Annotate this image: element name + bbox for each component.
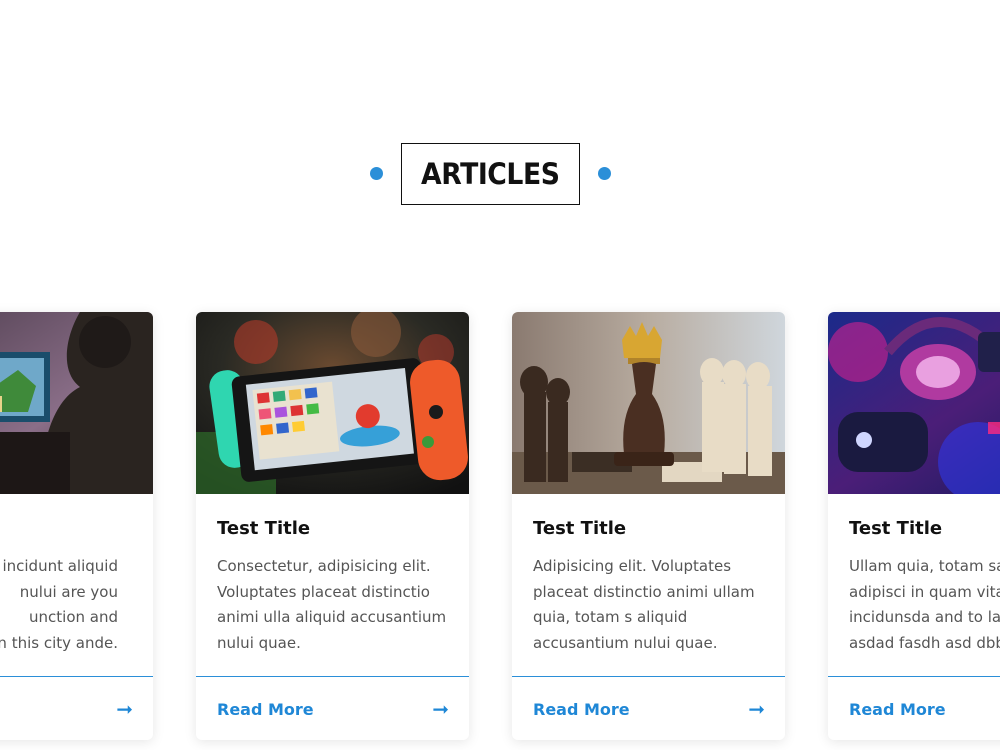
card-body: incidunt aliquid nului are you unction a… [0,554,118,656]
arrow-right-icon[interactable]: ➞ [748,699,765,719]
card-body-line: incidunt aliquid [2,557,118,575]
card-body-line: adipisci in quam vitae [849,582,1000,601]
arrow-right-icon[interactable]: ➞ [432,699,449,719]
gaming-gear-image[interactable] [828,312,1000,494]
chess-pieces-image[interactable] [512,312,785,494]
card-title: Test Title [849,518,943,539]
card-body: Adipisicing elit. Voluptates placeat dis… [533,554,773,656]
heading-dot-left [370,167,383,180]
gamer-at-pc-illustration [0,312,153,494]
card-body-line: placeat distinctio animi ullam [533,582,755,601]
chess-pieces-illustration [512,312,785,494]
section-heading-group: ARTICLES [0,143,1000,205]
card-body-line: Voluptates placeat distinctio [217,582,430,601]
card-body-line: Consectetur, adipisicing elit. [217,557,431,575]
card-title: Test Title [217,518,311,539]
card-title: Test Title [533,518,627,539]
article-card[interactable]: Test Title Consectetur, adipisicing elit… [196,312,469,740]
card-body-line: nului quae. [217,633,301,652]
card-body-line: quia, totam s aliquid [533,608,688,626]
section-heading-box: ARTICLES [401,143,580,205]
read-more-link[interactable]: Read More [217,700,314,719]
card-body-line: Ullam quia, totam sap [849,557,1000,575]
card-body-line: incidunsda and to lad [849,608,1000,626]
gamer-at-pc-image[interactable] [0,312,153,494]
card-divider [512,676,785,677]
card-body-line: Adipisicing elit. Voluptates [533,557,732,575]
read-more-link[interactable]: Read More [533,700,630,719]
articles-section: ARTICLES incidunt aliquid nului are you … [0,0,1000,750]
section-heading: ARTICLES [421,157,560,191]
arrow-right-icon[interactable]: ➞ [116,699,133,719]
card-body-line: asdad fasdh asd dbbr [849,633,1000,652]
article-card[interactable]: Test Title Ullam quia, totam sap adipisc… [828,312,1000,740]
heading-dot-right [598,167,611,180]
card-body: Consectetur, adipisicing elit. Voluptate… [217,554,457,656]
card-body-line: in this city ande. [0,633,118,652]
handheld-console-image[interactable] [196,312,469,494]
read-more-link[interactable]: Read More [849,700,946,719]
card-body-line: animi ulla aliquid accusantium [217,608,447,626]
gaming-gear-illustration [828,312,1000,494]
card-body: Ullam quia, totam sap adipisci in quam v… [849,554,1000,656]
card-divider [0,676,153,677]
card-body-line: nului are you [19,582,118,601]
card-body-line: accusantium nului quae. [533,633,718,652]
card-body-line: unction and [29,608,118,626]
card-divider [196,676,469,677]
card-divider [828,676,1000,677]
article-card[interactable]: incidunt aliquid nului are you unction a… [0,312,153,740]
article-card[interactable]: Test Title Adipisicing elit. Voluptates … [512,312,785,740]
handheld-console-illustration [196,312,469,494]
